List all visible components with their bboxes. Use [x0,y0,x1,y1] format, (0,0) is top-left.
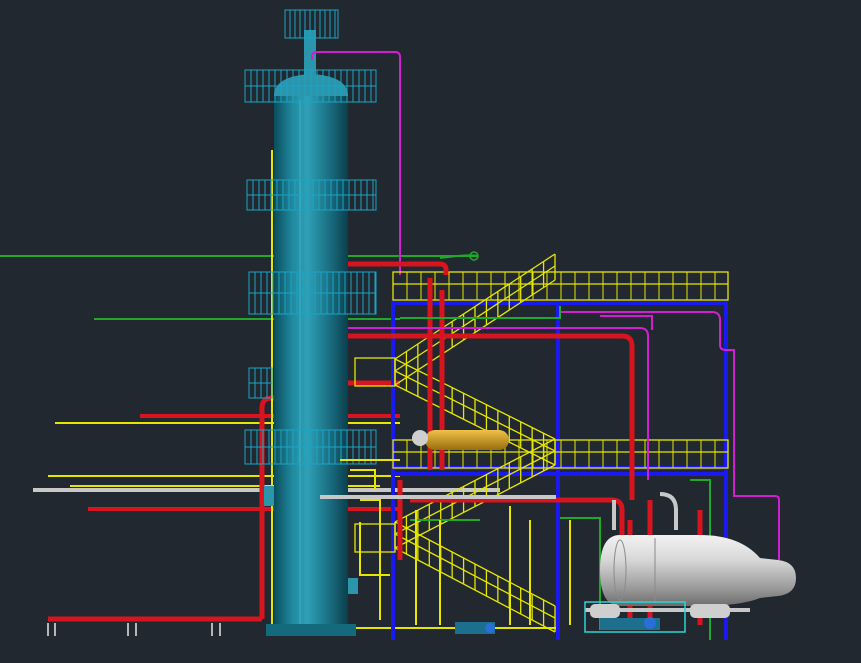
column-base [266,624,356,636]
column-shell [274,92,348,632]
plant-3d-view[interactable] [0,0,861,663]
distillation-column[interactable] [266,30,356,636]
